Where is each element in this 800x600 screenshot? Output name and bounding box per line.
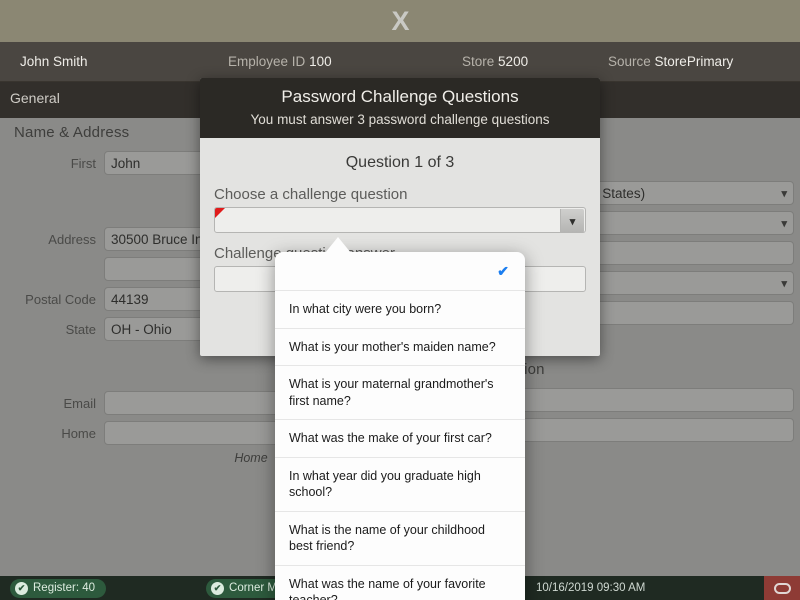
header-source: Source StorePrimary [608, 54, 733, 69]
header-store-label: Store [462, 54, 495, 69]
header-store: Store 5200 [462, 54, 528, 69]
session-header-bar: John Smith Employee ID 100 Store 5200 So… [0, 42, 800, 82]
status-timestamp: 10/16/2019 09:30 AM [536, 582, 646, 594]
dropdown-option[interactable]: What is your mother's maiden name? [275, 329, 525, 367]
email-label: Email [63, 395, 96, 411]
dropdown-option[interactable]: What is the name of your childhood best … [275, 512, 525, 566]
check-circle-icon: ✔ [211, 581, 225, 595]
dropdown-option[interactable]: In what city were you born? [275, 291, 525, 329]
dropdown-option[interactable]: In what year did you graduate high schoo… [275, 458, 525, 512]
dropdown-option[interactable]: What is your maternal grandmother's firs… [275, 366, 525, 421]
status-corner-button[interactable] [764, 576, 800, 600]
chevron-down-icon: ▾ [781, 277, 787, 290]
contact-phone-field[interactable] [500, 418, 794, 442]
challenge-question-select[interactable]: ▾ [214, 207, 586, 233]
first-name-label: First [70, 155, 96, 171]
required-flag-icon [215, 208, 225, 218]
header-employee-value: 100 [309, 54, 332, 69]
chevron-down-icon[interactable]: ▾ [560, 209, 584, 232]
chevron-down-icon: ▾ [781, 217, 787, 230]
postal-code-label: Postal Code [25, 291, 96, 307]
status-badge-register-label: Register: 40 [33, 582, 96, 594]
brand-logo-icon: X [391, 5, 409, 36]
header-source-label: Source [608, 54, 651, 69]
dropdown-option[interactable]: What was the name of your favorite teach… [275, 566, 525, 600]
modal-header: Password Challenge Questions You must an… [200, 78, 600, 138]
dropdown-arrow-icon [325, 237, 351, 253]
application-window: X John Smith Employee ID 100 Store 5200 … [0, 0, 800, 600]
checkmark-icon: ✔ [497, 263, 509, 279]
header-employee-label: Employee ID [228, 54, 306, 69]
header-store-value: 5200 [498, 54, 529, 69]
tab-general[interactable]: General [10, 90, 60, 106]
header-user: John Smith [20, 54, 88, 69]
brand-band: X [0, 0, 800, 42]
question-counter: Question 1 of 3 [345, 154, 455, 171]
chevron-down-icon: ▾ [781, 187, 787, 200]
header-user-name: John Smith [20, 54, 88, 69]
address-label: Address [48, 231, 96, 247]
status-badge-register: ✔ Register: 40 [10, 578, 107, 598]
oval-icon [773, 582, 791, 594]
header-employee: Employee ID 100 [228, 54, 332, 69]
state-label: State [65, 321, 96, 337]
challenge-question-dropdown[interactable]: ✔ In what city were you born? What is yo… [275, 252, 525, 600]
modal-subtitle: You must answer 3 password challenge que… [250, 112, 550, 127]
home-phone-label: Home [61, 425, 96, 441]
check-circle-icon: ✔ [15, 581, 28, 595]
challenge-question-select-wrap: ▾ [214, 207, 586, 233]
contact-name-field[interactable] [500, 388, 794, 412]
header-source-value: StorePrimary [654, 54, 734, 69]
dropdown-option-selected[interactable]: ✔ [275, 252, 525, 292]
dropdown-option[interactable]: What was the make of your first car? [275, 420, 525, 458]
modal-title: Password Challenge Questions [281, 87, 519, 106]
choose-question-label: Choose a challenge question [214, 186, 408, 203]
